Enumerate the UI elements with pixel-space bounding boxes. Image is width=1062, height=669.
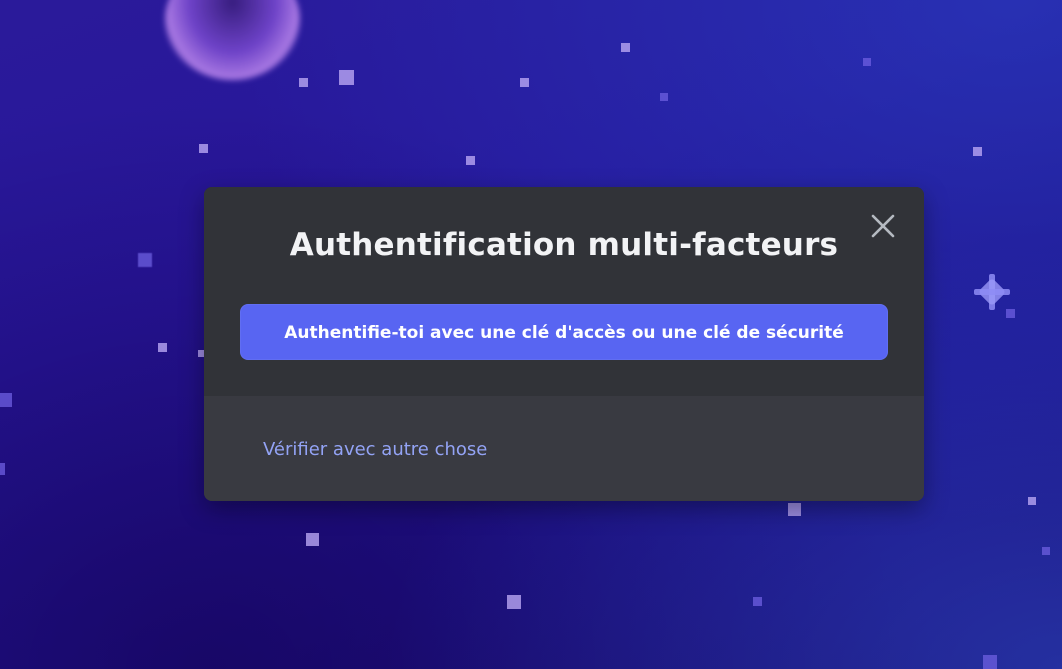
mfa-dialog: Authentification multi-facteurs Authenti… — [204, 187, 924, 501]
star-decoration — [1042, 547, 1050, 555]
passkey-auth-button[interactable]: Authentifie-toi avec une clé d'accès ou … — [240, 304, 888, 360]
planet-decoration — [165, 0, 300, 80]
star-decoration — [466, 156, 475, 165]
star-decoration — [199, 144, 208, 153]
star-decoration — [0, 463, 5, 475]
star-decoration — [788, 503, 801, 516]
star-decoration — [0, 393, 12, 407]
close-icon — [871, 214, 895, 238]
star-decoration — [507, 595, 521, 609]
star-decoration — [138, 253, 152, 267]
star-decoration — [1028, 497, 1036, 505]
dialog-header: Authentification multi-facteurs Authenti… — [204, 187, 924, 396]
star-decoration — [158, 343, 167, 352]
star-decoration — [753, 597, 762, 606]
star-decoration — [660, 93, 668, 101]
star-decoration — [299, 78, 308, 87]
star-decoration — [339, 70, 354, 85]
dialog-title: Authentification multi-facteurs — [289, 227, 839, 263]
verify-another-way-link[interactable]: Vérifier avec autre chose — [263, 438, 487, 462]
star-decoration — [306, 533, 319, 546]
sparkle-decoration — [972, 272, 1012, 312]
star-decoration — [621, 43, 630, 52]
star-decoration — [863, 58, 871, 66]
star-decoration — [973, 147, 982, 156]
close-button[interactable] — [868, 211, 898, 241]
star-decoration — [983, 655, 997, 669]
star-decoration — [520, 78, 529, 87]
